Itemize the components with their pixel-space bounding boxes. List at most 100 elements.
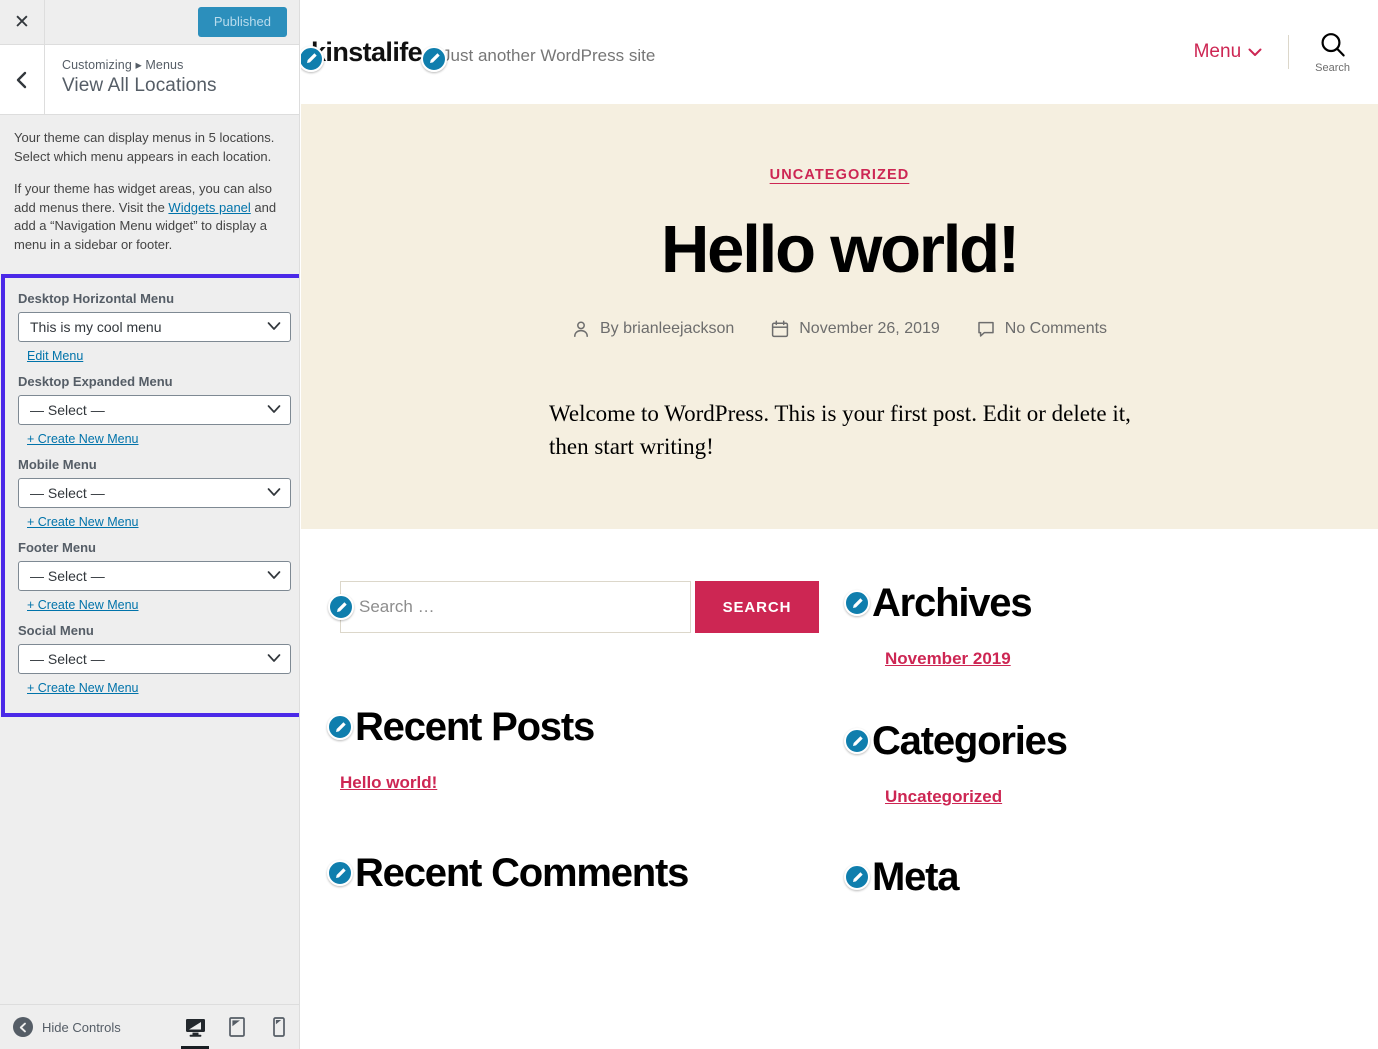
panel-header: Customizing ▸ Menus View All Locations <box>0 45 299 115</box>
menu-locations-box: Desktop Horizontal Menu This is my cool … <box>1 274 299 718</box>
post-excerpt: Welcome to WordPress. This is your first… <box>549 401 1131 459</box>
edit-pencil-icon[interactable] <box>421 45 447 72</box>
location-select-social[interactable]: — Select — <box>18 644 291 675</box>
customizer-sidebar: ✕ Published Customizing ▸ Menus View All… <box>0 0 300 1049</box>
publish-button[interactable]: Published <box>197 7 287 37</box>
location-label-desktop-expanded: Desktop Expanded Menu <box>18 374 173 390</box>
recent-post-link[interactable]: Hello world! <box>340 773 437 793</box>
widget-title-label: Archives <box>872 581 1033 626</box>
customizer-footer: Hide Controls <box>0 1004 299 1049</box>
widget-column-right: Archives November 2019 Categories Uncate… <box>844 581 1277 900</box>
location-select-wrap-social: — Select — <box>18 644 291 675</box>
customizer-screen: ✕ Published Customizing ▸ Menus View All… <box>0 0 1378 1049</box>
widget-recent-posts: Recent Posts Hello world! <box>327 705 860 793</box>
device-preview-group <box>174 1005 299 1049</box>
post-hero: UNCATEGORIZED Hello world! By brianleeja… <box>301 104 1378 530</box>
menu-toggle-button[interactable]: Menu <box>1194 41 1263 63</box>
site-preview: kinstalife Just another WordPress site M… <box>301 0 1378 1049</box>
tablet-icon <box>229 1017 245 1037</box>
site-tagline: Just another WordPress site <box>442 45 656 65</box>
mobile-icon <box>273 1017 285 1037</box>
widget-recent-comments: Recent Comments <box>327 851 860 896</box>
location-select-wrap-footer: — Select — <box>18 561 291 592</box>
hide-controls-button[interactable]: Hide Controls <box>0 1017 121 1037</box>
widget-title-recent-posts: Recent Posts <box>327 705 860 750</box>
header-divider <box>1288 35 1290 69</box>
search-submit-button[interactable]: SEARCH <box>695 581 819 634</box>
location-select-desktop-horizontal[interactable]: This is my cool menu <box>18 312 291 343</box>
close-customizer-button[interactable]: ✕ <box>0 0 45 44</box>
location-label-social: Social Menu <box>18 623 94 639</box>
breadcrumb: Customizing ▸ Menus <box>62 58 184 72</box>
calendar-icon <box>772 320 789 338</box>
edit-menu-link-desktop-horizontal[interactable]: Edit Menu <box>27 349 83 363</box>
archive-link[interactable]: November 2019 <box>885 649 1011 669</box>
intro-paragraph-1: Your theme can display menus in 5 locati… <box>14 130 275 164</box>
widget-search: SEARCH <box>328 581 860 634</box>
device-desktop-button[interactable] <box>174 1005 216 1049</box>
page-title: View All Locations <box>62 75 217 96</box>
chevron-down-icon <box>1248 48 1262 56</box>
location-label-footer: Footer Menu <box>18 540 96 556</box>
widget-title-recent-comments: Recent Comments <box>327 851 860 896</box>
search-toggle-label: Search <box>1315 62 1350 74</box>
desktop-icon <box>185 1018 205 1037</box>
create-new-menu-link-mobile[interactable]: + Create New Menu <box>27 515 139 529</box>
location-select-mobile[interactable]: — Select — <box>18 478 291 509</box>
edit-pencil-icon[interactable] <box>844 590 870 617</box>
collapse-arrow-icon <box>13 1017 33 1037</box>
location-select-desktop-expanded[interactable]: — Select — <box>18 395 291 426</box>
site-title[interactable]: kinstalife <box>311 37 423 68</box>
edit-pencil-icon[interactable] <box>327 714 353 741</box>
widget-archives: Archives November 2019 <box>844 581 1277 669</box>
widget-title-archives: Archives <box>844 581 1277 626</box>
widget-title-categories: Categories <box>844 719 1277 763</box>
edit-pencil-icon[interactable] <box>327 860 353 887</box>
category-link[interactable]: Uncategorized <box>885 787 1002 807</box>
search-toggle-button[interactable]: Search <box>1315 30 1350 74</box>
location-select-wrap-mobile: — Select — <box>18 478 291 509</box>
post-date: November 26, 2019 <box>771 320 940 338</box>
post-comments: No Comments <box>977 320 1107 338</box>
post-category-link[interactable]: UNCATEGORIZED <box>770 167 910 183</box>
post-date-label: November 26, 2019 <box>799 320 940 338</box>
customizer-topbar: ✕ Published <box>0 0 299 45</box>
intro-paragraph-2: If your theme has widget areas, you can … <box>14 180 285 255</box>
site-branding: kinstalife Just another WordPress site <box>301 37 656 72</box>
device-mobile-button[interactable] <box>258 1005 299 1049</box>
hide-controls-label: Hide Controls <box>42 1019 121 1035</box>
site-header: kinstalife Just another WordPress site M… <box>301 0 1378 104</box>
post-title: Hello world! <box>661 212 1020 287</box>
create-new-menu-link-desktop-expanded[interactable]: + Create New Menu <box>27 432 139 446</box>
widget-title-label: Recent Posts <box>355 705 595 750</box>
widget-categories: Categories Uncategorized <box>844 719 1277 807</box>
location-select-wrap-desktop-expanded: — Select — <box>18 395 291 426</box>
edit-pencil-icon[interactable] <box>844 728 870 755</box>
edit-pencil-icon[interactable] <box>301 45 324 72</box>
widget-title-meta: Meta <box>844 855 1277 900</box>
post-meta: By brianleejackson November 26, 2019 No … <box>301 320 1378 338</box>
panel-intro: Your theme can display menus in 5 locati… <box>0 115 299 270</box>
widget-title-label: Meta <box>872 855 960 900</box>
search-form: SEARCH <box>340 581 860 634</box>
person-icon <box>574 321 588 337</box>
search-input[interactable] <box>340 581 691 634</box>
location-label-desktop-horizontal: Desktop Horizontal Menu <box>18 291 175 307</box>
panel-back-button[interactable] <box>0 45 45 114</box>
widgets-panel-link[interactable]: Widgets panel <box>168 200 250 215</box>
post-author-label: By brianleejackson <box>599 320 735 338</box>
widget-meta: Meta <box>844 855 1277 900</box>
widget-title-label: Recent Comments <box>355 851 689 896</box>
post-author: By brianleejackson <box>572 320 734 338</box>
device-tablet-button[interactable] <box>216 1005 258 1049</box>
location-select-wrap-desktop-horizontal: This is my cool menu <box>18 312 291 343</box>
post-comments-label: No Comments <box>1004 320 1108 338</box>
location-select-footer[interactable]: — Select — <box>18 561 291 592</box>
comment-icon <box>978 321 994 337</box>
panel-body: Your theme can display menus in 5 locati… <box>0 115 299 718</box>
location-label-mobile: Mobile Menu <box>18 457 97 473</box>
panel-titles: Customizing ▸ Menus View All Locations <box>45 45 217 114</box>
create-new-menu-link-footer[interactable]: + Create New Menu <box>27 598 139 612</box>
edit-pencil-icon[interactable] <box>844 864 870 891</box>
create-new-menu-link-social[interactable]: + Create New Menu <box>27 681 139 695</box>
